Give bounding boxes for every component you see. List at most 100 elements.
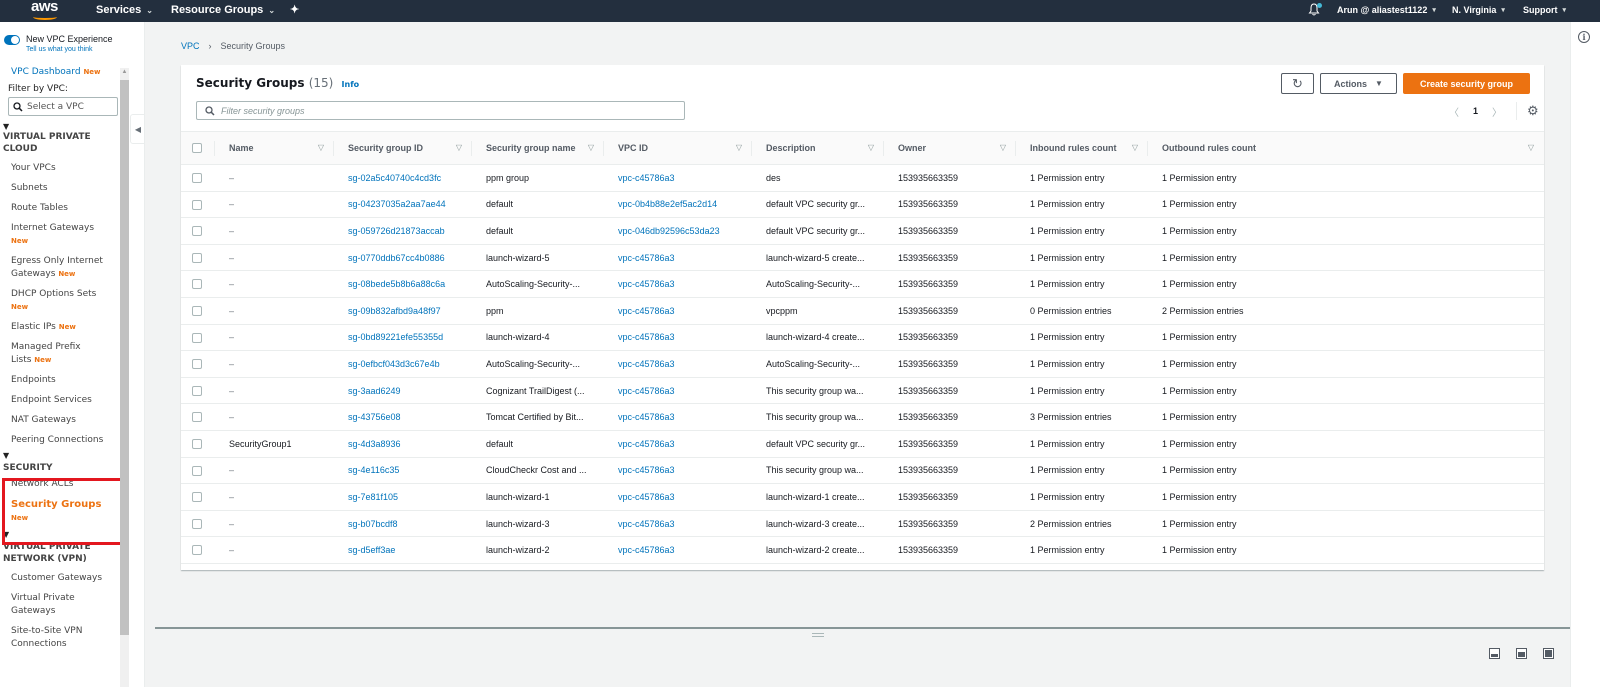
cell-vpc-id[interactable]: vpc-0b4b88e2ef5ac2d14 xyxy=(604,191,752,218)
sidebar-item-nat-gateways[interactable]: NAT Gateways xyxy=(0,414,118,427)
cell-security-group-id[interactable]: sg-4e116c35 xyxy=(334,457,472,484)
column-header-name[interactable]: Name ▽ xyxy=(215,132,334,165)
cell-security-group-id[interactable]: sg-0efbcf043d3c67e4b xyxy=(334,351,472,378)
select-all-checkbox[interactable] xyxy=(192,143,202,154)
notifications-bell-icon[interactable] xyxy=(1308,3,1322,17)
refresh-button[interactable]: ↻ xyxy=(1281,73,1314,94)
info-icon[interactable]: i xyxy=(1578,31,1590,43)
cell-vpc-id[interactable]: vpc-c45786a3 xyxy=(604,165,752,192)
cell-security-group-id[interactable]: sg-059726d21873accab xyxy=(334,218,472,245)
row-checkbox[interactable] xyxy=(192,385,202,396)
sidebar-item-egress-only-internet-gateways[interactable]: Egress Only Internet Gateways New xyxy=(0,255,118,281)
row-checkbox[interactable] xyxy=(192,226,202,237)
table-row[interactable]: – sg-7e81f105 launch-wizard-1 vpc-c45786a3 l… xyxy=(181,484,1544,511)
row-checkbox[interactable] xyxy=(192,279,202,290)
sidebar-item-dhcp-options-sets[interactable]: DHCP Options Sets New xyxy=(0,288,100,314)
column-header-inbound-rules-count[interactable]: Inbound rules count ▽ xyxy=(1016,132,1148,165)
cell-vpc-id[interactable]: vpc-c45786a3 xyxy=(604,377,752,404)
sidebar-item-endpoints[interactable]: Endpoints xyxy=(0,374,118,387)
cell-vpc-id[interactable]: vpc-c45786a3 xyxy=(604,537,752,564)
cell-vpc-id[interactable]: vpc-c45786a3 xyxy=(604,457,752,484)
resource-groups-menu[interactable]: Resource Groups ⌄ xyxy=(171,4,275,16)
cell-security-group-id[interactable]: sg-43756e08 xyxy=(334,404,472,431)
table-row[interactable]: – sg-0bd89221efe55355d launch-wizard-4 vpc-… xyxy=(181,324,1544,351)
filter-input[interactable] xyxy=(221,105,661,116)
sort-icon[interactable]: ▽ xyxy=(456,143,462,152)
column-header-security-group-name[interactable]: Security group name ▽ xyxy=(472,132,604,165)
cell-vpc-id[interactable]: vpc-c45786a3 xyxy=(604,271,752,298)
table-row[interactable]: SecurityGroup1 sg-4d3a8936 default vpc-c457… xyxy=(181,430,1544,458)
feedback-link[interactable]: Tell us what you think xyxy=(26,46,113,53)
cell-security-group-id[interactable]: sg-d5eff3ae xyxy=(334,537,472,564)
sort-icon[interactable]: ▽ xyxy=(1528,143,1534,152)
split-bottom-small-icon[interactable] xyxy=(1489,648,1500,659)
current-page[interactable]: 1 xyxy=(1473,106,1478,116)
cell-security-group-id[interactable]: sg-04237035a2aa7ae44 xyxy=(334,191,472,218)
table-row[interactable]: – sg-04237035a2aa7ae44 default vpc-0b4b88e2… xyxy=(181,191,1544,218)
cell-security-group-id[interactable]: sg-0770ddb67cc4b0886 xyxy=(334,244,472,271)
create-security-group-button[interactable]: Create security group xyxy=(1403,73,1530,94)
sidebar-item-vpc-dashboard[interactable]: VPC Dashboard New xyxy=(0,66,118,79)
cell-vpc-id[interactable]: vpc-c45786a3 xyxy=(604,297,752,324)
table-row[interactable]: – sg-43756e08 Tomcat Certified by Bit... vp… xyxy=(181,404,1544,431)
sidebar-item-managed-prefix-lists[interactable]: Managed Prefix Lists New xyxy=(0,341,100,367)
row-checkbox[interactable] xyxy=(192,359,202,370)
sort-icon[interactable]: ▽ xyxy=(1000,143,1006,152)
row-checkbox[interactable] xyxy=(192,518,202,529)
sidebar-item-site-to-site-vpn[interactable]: Site-to-Site VPN Connections xyxy=(0,625,100,651)
table-row[interactable]: – sg-0770ddb67cc4b0886 launch-wizard-5 vpc-… xyxy=(181,244,1544,271)
row-checkbox[interactable] xyxy=(192,173,202,184)
actions-button[interactable]: Actions ▼ xyxy=(1320,73,1397,94)
cell-security-group-id[interactable]: sg-b07bcdf8 xyxy=(334,510,472,537)
row-checkbox[interactable] xyxy=(192,332,202,343)
row-checkbox[interactable] xyxy=(192,306,202,317)
sidebar-item-peering-connections[interactable]: Peering Connections xyxy=(0,434,118,447)
collapse-security-section-icon[interactable]: ▼ xyxy=(0,451,118,460)
table-row[interactable]: – sg-08bede5b8b6a88c6a AutoScaling-Securit… xyxy=(181,271,1544,298)
sidebar-item-your-vpcs[interactable]: Your VPCs xyxy=(0,162,118,175)
sort-icon[interactable]: ▽ xyxy=(318,143,324,152)
column-header-vpc-id[interactable]: VPC ID ▽ xyxy=(604,132,752,165)
row-checkbox[interactable] xyxy=(192,412,202,423)
sort-icon[interactable]: ▽ xyxy=(1132,143,1138,152)
cell-security-group-id[interactable]: sg-7e81f105 xyxy=(334,484,472,511)
row-checkbox[interactable] xyxy=(192,492,202,503)
cell-security-group-id[interactable]: sg-0bd89221efe55355d xyxy=(334,324,472,351)
row-checkbox[interactable] xyxy=(192,199,202,210)
row-checkbox[interactable] xyxy=(192,252,202,263)
drag-handle-icon[interactable] xyxy=(812,633,824,637)
table-row[interactable]: – sg-b07bcdf8 launch-wizard-3 vpc-c45786a3 l… xyxy=(181,510,1544,537)
sidebar-item-customer-gateways[interactable]: Customer Gateways xyxy=(0,572,118,585)
split-bottom-medium-icon[interactable] xyxy=(1516,648,1527,659)
cell-security-group-id[interactable]: sg-09b832afbd9a48f97 xyxy=(334,297,472,324)
row-checkbox[interactable] xyxy=(192,545,202,556)
cell-security-group-id[interactable]: sg-3aad6249 xyxy=(334,377,472,404)
cell-vpc-id[interactable]: vpc-c45786a3 xyxy=(604,510,752,537)
sidebar-item-route-tables[interactable]: Route Tables xyxy=(0,202,118,215)
row-checkbox[interactable] xyxy=(192,465,202,476)
breadcrumb-vpc-link[interactable]: VPC xyxy=(181,41,200,51)
region-menu[interactable]: N. Virginia ▾ xyxy=(1452,5,1505,15)
sidebar-item-subnets[interactable]: Subnets xyxy=(0,182,118,195)
sort-icon[interactable]: ▽ xyxy=(736,143,742,152)
collapse-vpc-section-icon[interactable]: ▼ xyxy=(0,122,118,131)
sidebar-item-endpoint-services[interactable]: Endpoint Services xyxy=(0,394,118,407)
scroll-up-arrow-icon[interactable]: ▲ xyxy=(120,69,129,79)
sort-icon[interactable]: ▽ xyxy=(868,143,874,152)
cell-vpc-id[interactable]: vpc-c45786a3 xyxy=(604,484,752,511)
cell-security-group-id[interactable]: sg-08bede5b8b6a88c6a xyxy=(334,271,472,298)
support-menu[interactable]: Support ▾ xyxy=(1523,5,1566,15)
previous-page-icon[interactable]: 〈 xyxy=(1449,104,1459,119)
filter-security-groups[interactable] xyxy=(196,101,685,120)
next-page-icon[interactable]: 〉 xyxy=(1492,104,1502,119)
cell-vpc-id[interactable]: vpc-c45786a3 xyxy=(604,324,752,351)
sort-icon[interactable]: ▽ xyxy=(588,143,594,152)
column-header-description[interactable]: Description ▽ xyxy=(752,132,884,165)
cell-security-group-id[interactable]: sg-4d3a8936 xyxy=(334,430,472,457)
cell-vpc-id[interactable]: vpc-c45786a3 xyxy=(604,430,752,457)
table-row[interactable]: – sg-0efbcf043d3c67e4b AutoScaling-Securit… xyxy=(181,351,1544,378)
split-panel-divider[interactable] xyxy=(155,627,1599,629)
table-row[interactable]: – sg-09b832afbd9a48f97 ppm vpc-c45786a3 vpcp… xyxy=(181,297,1544,325)
account-menu[interactable]: Arun @ aliastest1122 ▾ xyxy=(1337,5,1436,15)
new-vpc-experience-toggle[interactable] xyxy=(4,35,20,45)
